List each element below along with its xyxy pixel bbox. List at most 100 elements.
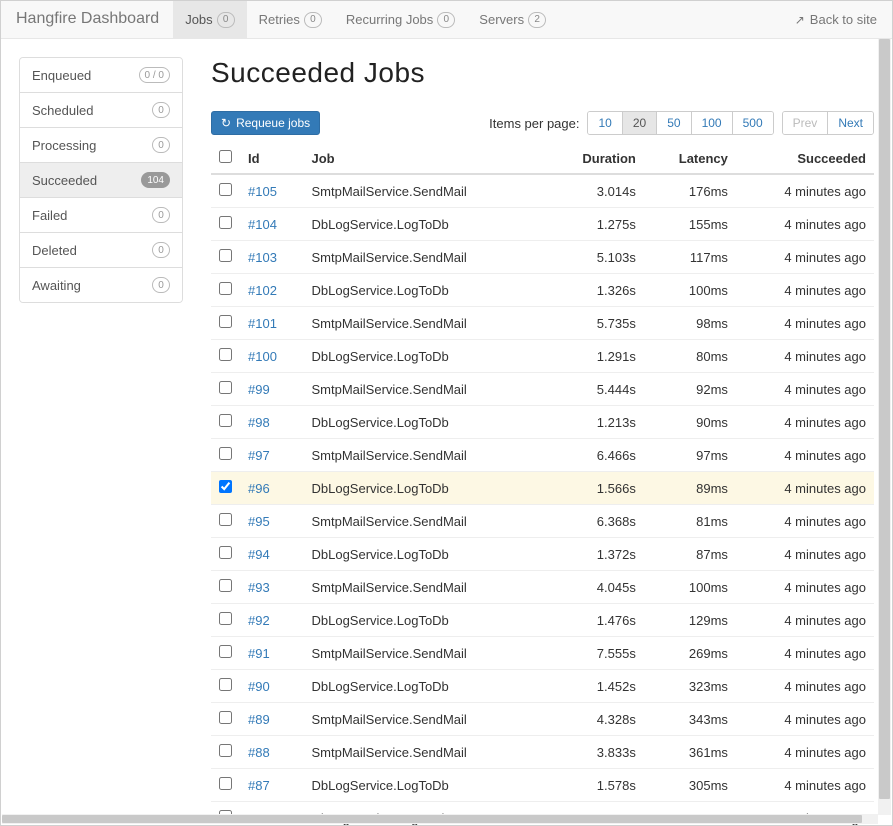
- job-id-link[interactable]: #99: [248, 382, 270, 397]
- requeue-button[interactable]: Requeue jobs: [211, 111, 320, 135]
- table-row[interactable]: #88SmtpMailService.SendMail3.833s361ms4 …: [211, 736, 874, 769]
- table-row[interactable]: #92DbLogService.LogToDb1.476s129ms4 minu…: [211, 604, 874, 637]
- row-checkbox[interactable]: [219, 216, 232, 229]
- perpage-group: 102050100500: [587, 111, 773, 135]
- job-id-link[interactable]: #93: [248, 580, 270, 595]
- sidebar-item-processing[interactable]: Processing0: [20, 128, 182, 163]
- job-name: SmtpMailService.SendMail: [303, 241, 545, 274]
- row-checkbox[interactable]: [219, 645, 232, 658]
- nav-item-servers[interactable]: Servers2: [467, 1, 558, 38]
- row-checkbox[interactable]: [219, 381, 232, 394]
- job-duration: 1.578s: [546, 769, 644, 802]
- job-id-link[interactable]: #95: [248, 514, 270, 529]
- job-latency: 100ms: [644, 274, 736, 307]
- horizontal-scrollbar[interactable]: [2, 814, 878, 824]
- row-checkbox[interactable]: [219, 480, 232, 493]
- job-succeeded: 4 minutes ago: [736, 373, 874, 406]
- table-row[interactable]: #93SmtpMailService.SendMail4.045s100ms4 …: [211, 571, 874, 604]
- brand-link[interactable]: Hangfire Dashboard: [16, 1, 173, 38]
- table-row[interactable]: #94DbLogService.LogToDb1.372s87ms4 minut…: [211, 538, 874, 571]
- row-checkbox[interactable]: [219, 546, 232, 559]
- job-duration: 3.833s: [546, 736, 644, 769]
- vertical-scrollbar[interactable]: [878, 39, 891, 815]
- row-checkbox[interactable]: [219, 777, 232, 790]
- nav-badge: 0: [437, 12, 455, 28]
- job-id-link[interactable]: #102: [248, 283, 277, 298]
- row-checkbox[interactable]: [219, 414, 232, 427]
- table-row[interactable]: #91SmtpMailService.SendMail7.555s269ms4 …: [211, 637, 874, 670]
- perpage-500[interactable]: 500: [733, 112, 773, 134]
- sidebar-item-awaiting[interactable]: Awaiting0: [20, 268, 182, 302]
- job-name: DbLogService.LogToDb: [303, 208, 545, 241]
- job-id-link[interactable]: #105: [248, 184, 277, 199]
- job-id-link[interactable]: #100: [248, 349, 277, 364]
- table-row[interactable]: #103SmtpMailService.SendMail5.103s117ms4…: [211, 241, 874, 274]
- job-id-link[interactable]: #92: [248, 613, 270, 628]
- row-checkbox[interactable]: [219, 711, 232, 724]
- job-name: SmtpMailService.SendMail: [303, 736, 545, 769]
- perpage-50[interactable]: 50: [657, 112, 691, 134]
- job-id-link[interactable]: #98: [248, 415, 270, 430]
- row-checkbox[interactable]: [219, 744, 232, 757]
- table-row[interactable]: #99SmtpMailService.SendMail5.444s92ms4 m…: [211, 373, 874, 406]
- back-to-site-link[interactable]: Back to site: [795, 1, 877, 38]
- job-id-link[interactable]: #90: [248, 679, 270, 694]
- job-id-link[interactable]: #91: [248, 646, 270, 661]
- job-id-link[interactable]: #101: [248, 316, 277, 331]
- sidebar-item-deleted[interactable]: Deleted0: [20, 233, 182, 268]
- job-name: SmtpMailService.SendMail: [303, 505, 545, 538]
- job-id-link[interactable]: #88: [248, 745, 270, 760]
- job-duration: 1.291s: [546, 340, 644, 373]
- table-row[interactable]: #95SmtpMailService.SendMail6.368s81ms4 m…: [211, 505, 874, 538]
- row-checkbox[interactable]: [219, 579, 232, 592]
- row-checkbox[interactable]: [219, 678, 232, 691]
- job-id-link[interactable]: #89: [248, 712, 270, 727]
- row-checkbox[interactable]: [219, 282, 232, 295]
- row-checkbox[interactable]: [219, 612, 232, 625]
- nav-item-retries[interactable]: Retries0: [247, 1, 334, 38]
- select-all-checkbox[interactable]: [219, 150, 232, 163]
- sidebar-item-scheduled[interactable]: Scheduled0: [20, 93, 182, 128]
- table-row[interactable]: #96DbLogService.LogToDb1.566s89ms4 minut…: [211, 472, 874, 505]
- table-row[interactable]: #97SmtpMailService.SendMail6.466s97ms4 m…: [211, 439, 874, 472]
- table-row[interactable]: #98DbLogService.LogToDb1.213s90ms4 minut…: [211, 406, 874, 439]
- job-duration: 1.326s: [546, 274, 644, 307]
- table-row[interactable]: #102DbLogService.LogToDb1.326s100ms4 min…: [211, 274, 874, 307]
- job-name: DbLogService.LogToDb: [303, 274, 545, 307]
- table-row[interactable]: #90DbLogService.LogToDb1.452s323ms4 minu…: [211, 670, 874, 703]
- job-id-link[interactable]: #96: [248, 481, 270, 496]
- table-row[interactable]: #89SmtpMailService.SendMail4.328s343ms4 …: [211, 703, 874, 736]
- job-id-link[interactable]: #87: [248, 778, 270, 793]
- perpage-100[interactable]: 100: [692, 112, 733, 134]
- job-id-link[interactable]: #103: [248, 250, 277, 265]
- table-row[interactable]: #104DbLogService.LogToDb1.275s155ms4 min…: [211, 208, 874, 241]
- job-id-link[interactable]: #104: [248, 217, 277, 232]
- row-checkbox[interactable]: [219, 513, 232, 526]
- row-checkbox[interactable]: [219, 447, 232, 460]
- pager-prev: Prev: [783, 112, 829, 134]
- perpage-10[interactable]: 10: [588, 112, 622, 134]
- pager-next[interactable]: Next: [828, 112, 873, 134]
- job-name: DbLogService.LogToDb: [303, 670, 545, 703]
- job-succeeded: 4 minutes ago: [736, 208, 874, 241]
- refresh-icon: [221, 116, 231, 130]
- job-latency: 361ms: [644, 736, 736, 769]
- table-row[interactable]: #101SmtpMailService.SendMail5.735s98ms4 …: [211, 307, 874, 340]
- table-row[interactable]: #87DbLogService.LogToDb1.578s305ms4 minu…: [211, 769, 874, 802]
- job-succeeded: 4 minutes ago: [736, 505, 874, 538]
- sidebar-item-failed[interactable]: Failed0: [20, 198, 182, 233]
- nav-item-jobs[interactable]: Jobs0: [173, 1, 246, 38]
- sidebar-item-label: Failed: [32, 208, 67, 223]
- sidebar-item-succeeded[interactable]: Succeeded104: [20, 163, 182, 198]
- table-row[interactable]: #105SmtpMailService.SendMail3.014s176ms4…: [211, 174, 874, 208]
- row-checkbox[interactable]: [219, 249, 232, 262]
- job-id-link[interactable]: #97: [248, 448, 270, 463]
- row-checkbox[interactable]: [219, 315, 232, 328]
- job-id-link[interactable]: #94: [248, 547, 270, 562]
- perpage-20[interactable]: 20: [623, 112, 657, 134]
- row-checkbox[interactable]: [219, 348, 232, 361]
- nav-item-recurring-jobs[interactable]: Recurring Jobs0: [334, 1, 467, 38]
- table-row[interactable]: #100DbLogService.LogToDb1.291s80ms4 minu…: [211, 340, 874, 373]
- sidebar-item-enqueued[interactable]: Enqueued0 / 0: [20, 58, 182, 93]
- row-checkbox[interactable]: [219, 183, 232, 196]
